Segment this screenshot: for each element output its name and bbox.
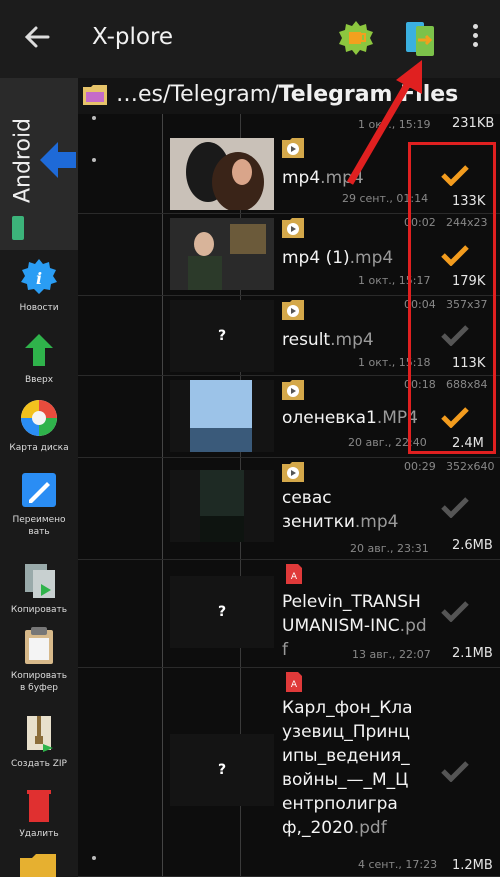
sidebar-item-label: Копировать в буфер [10, 671, 68, 693]
sidebar-item-rename[interactable]: Переименовать [0, 470, 78, 538]
list-item[interactable]: ? A Карл_фон_Клаузевиц_Принципы_ведения_… [78, 668, 500, 877]
sidebar-item-label: Удалить [19, 829, 59, 839]
file-name: result.mp4 [282, 330, 374, 350]
sidebar-item-copy[interactable]: Копировать [0, 560, 78, 616]
tree-dot [92, 158, 96, 162]
tree-dot [92, 856, 96, 860]
file-name: Карл_фон_Клаузевиц_Принципы_ведения_войн… [282, 698, 413, 838]
unchecked-checkbox-icon[interactable] [440, 600, 470, 622]
sidebar-item-label: Копировать [10, 605, 68, 615]
blue-left-arrow-icon [40, 142, 76, 178]
disk-map-icon [21, 400, 57, 436]
video-file-icon [282, 300, 304, 320]
file-date: 4 сент., 17:23 [358, 858, 438, 871]
sidebar-item-news[interactable]: i Новости [0, 258, 78, 314]
trash-icon [27, 790, 51, 822]
file-thumbnail[interactable]: ? [170, 300, 274, 372]
app-title: X-plore [92, 24, 174, 50]
back-arrow-icon[interactable] [22, 22, 52, 52]
annotation-arrow-icon [346, 60, 422, 185]
file-name: mp4 (1).mp4 [282, 248, 394, 268]
path-bar[interactable]: …es/Telegram/Telegram Files ✓3 [78, 78, 500, 114]
split-view-icon[interactable] [402, 18, 438, 58]
sidebar-item-label: Карта диска [9, 443, 69, 453]
sidebar-item-label: Вверх [24, 375, 54, 385]
file-size: 1.2MB [452, 858, 493, 873]
android-tab-label: Android [10, 117, 36, 204]
file-thumbnail[interactable]: ? [170, 576, 274, 648]
file-size: 231KB [452, 116, 495, 131]
folder-icon[interactable] [18, 852, 58, 877]
sidebar-item-label: Переименовать [12, 515, 66, 537]
unchecked-checkbox-icon[interactable] [440, 496, 470, 518]
unchecked-checkbox-icon[interactable] [440, 760, 470, 782]
video-file-icon [282, 138, 304, 158]
selection-highlight-box [408, 142, 496, 454]
sidebar-item-create-zip[interactable]: Создать ZIP [0, 714, 78, 770]
video-thumbnail[interactable] [170, 470, 274, 542]
list-item[interactable]: севас зенитки.mp4 20 авг., 23:31 2.6MB [78, 458, 500, 560]
pdf-file-icon: A [286, 672, 302, 692]
video-file-icon [282, 218, 304, 238]
sidebar-item-disk-map[interactable]: Карта диска [0, 398, 78, 454]
video-thumbnail[interactable] [170, 138, 274, 210]
up-arrow-icon [25, 334, 53, 366]
file-date: 20 авг., 23:31 [350, 542, 429, 555]
sidebar-item-up[interactable]: Вверх [0, 330, 78, 386]
sidebar-item-label: Новости [19, 303, 59, 313]
phone-icon [12, 216, 24, 240]
copy-icon [25, 564, 55, 598]
file-size: 2.1MB [452, 646, 493, 661]
pdf-file-icon: A [286, 564, 302, 584]
badge-cup-icon[interactable] [338, 20, 374, 56]
zip-icon [27, 716, 53, 752]
file-name: севас зенитки.mp4 [282, 488, 399, 532]
file-date: 13 авг., 22:07 [352, 648, 431, 661]
list-item[interactable]: 1 окт., 15:19 231KB [78, 114, 500, 136]
tree-dot [92, 116, 96, 120]
clipboard-icon [25, 627, 53, 664]
info-icon: i [21, 259, 57, 294]
video-thumbnail[interactable] [170, 218, 274, 290]
file-thumbnail[interactable]: ? [170, 734, 274, 806]
video-thumbnail[interactable] [170, 380, 274, 452]
sidebar-item-copy-to-clipboard[interactable]: Копировать в буфер [0, 626, 78, 694]
video-file-icon [282, 462, 304, 482]
list-item[interactable]: ? A Pelevin_TRANSHUMANISM-INC.pdf 13 авг… [78, 560, 500, 668]
video-file-icon [282, 380, 304, 400]
svg-text:i: i [36, 269, 42, 288]
folder-icon [83, 85, 107, 105]
svg-text:A: A [291, 680, 298, 690]
sidebar-item-label: Создать ZIP [11, 759, 67, 769]
file-size: 2.6MB [452, 538, 493, 553]
rename-icon [22, 473, 56, 507]
svg-text:A: A [291, 572, 298, 582]
file-name: оленевка1.MP4 [282, 408, 418, 428]
more-options-icon[interactable] [470, 24, 480, 52]
sidebar-item-delete[interactable]: Удалить [0, 784, 78, 840]
